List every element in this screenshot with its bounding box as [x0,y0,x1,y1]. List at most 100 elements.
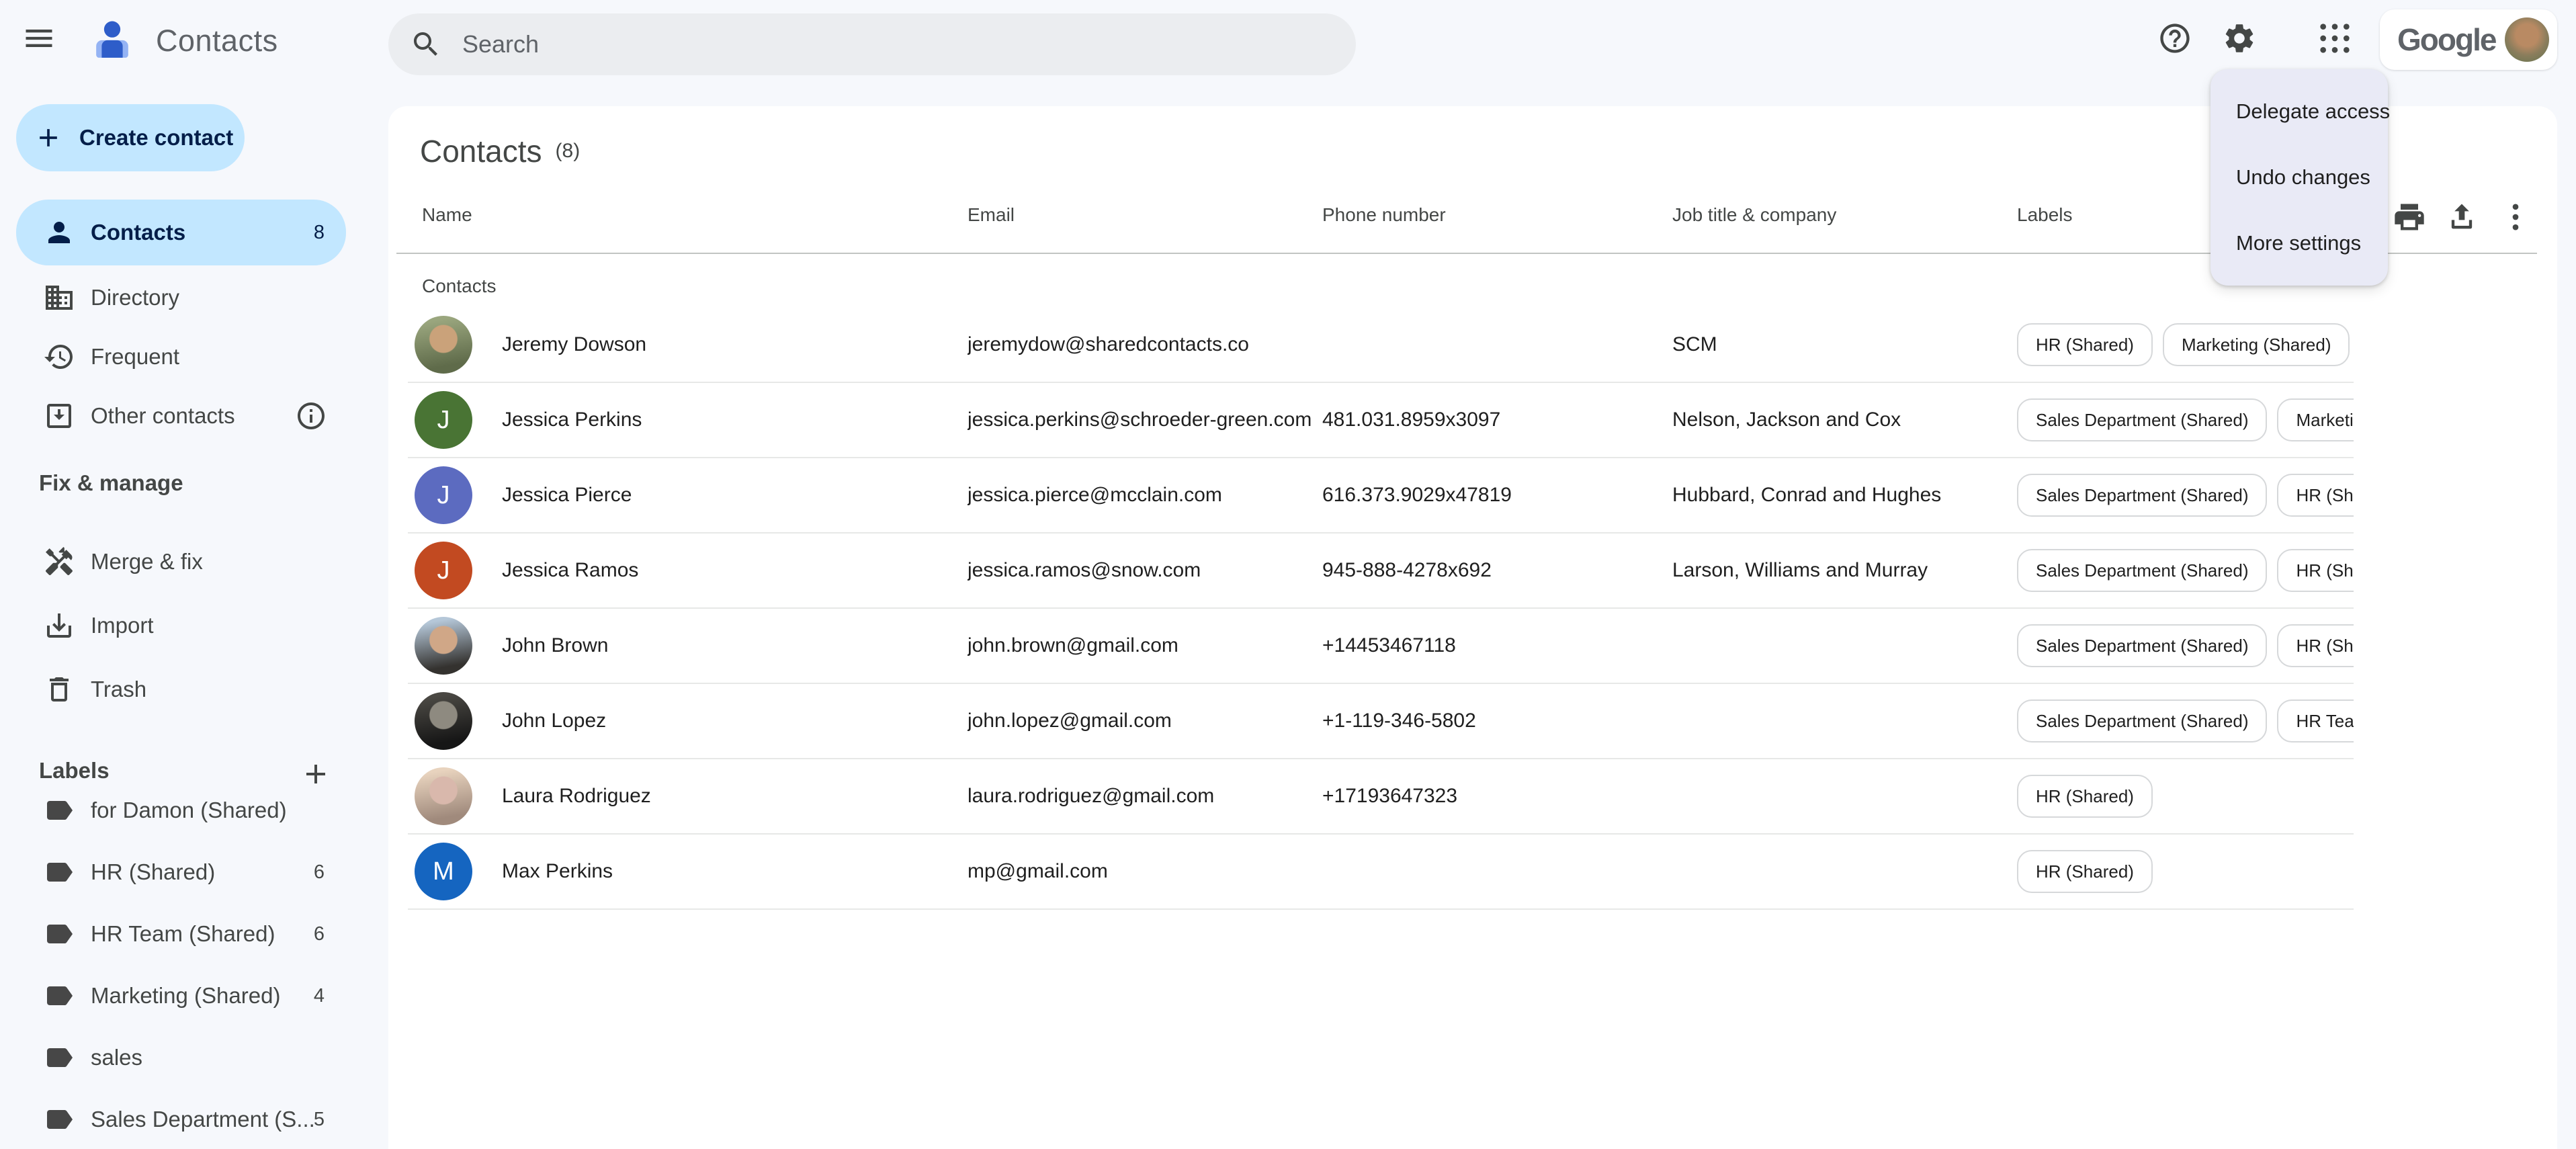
print-icon[interactable] [2392,200,2427,235]
sidebar-label-name: HR (Shared) [91,859,215,885]
sidebar-item-directory[interactable]: Directory [16,268,346,327]
cell-labels: Sales Department (Shared)HR Team (Shared… [2017,699,2354,742]
label-chip[interactable]: HR (Shared) [2277,474,2354,517]
label-chip[interactable]: Marketing (Shared) [2163,323,2350,366]
label-chip[interactable]: HR (Shared) [2017,775,2153,818]
avatar-initial: J [415,391,472,449]
menu-item-undo-changes[interactable]: Undo changes [2210,144,2388,210]
cell-name: Jessica Ramos [502,559,968,582]
account-chip[interactable]: Google [2380,9,2557,70]
google-logo: Google [2397,22,2495,58]
export-icon[interactable] [2444,200,2479,235]
cell-name: John Lopez [502,710,968,732]
create-contact-button[interactable]: Create contact [16,104,245,171]
create-contact-label: Create contact [79,125,233,151]
contact-row[interactable]: JJessica Perkinsjessica.perkins@schroede… [408,383,2354,458]
more-vert-icon[interactable] [2498,200,2533,235]
sidebar-label-count: 6 [314,923,325,945]
contact-count-badge: (8) [556,140,581,163]
avatar-cell [408,617,502,675]
sidebar-label-for-damon-shared-[interactable]: for Damon (Shared) [16,781,346,840]
cell-name: Max Perkins [502,860,968,883]
settings-dropdown-menu: Delegate access Undo changes More settin… [2210,69,2388,286]
sidebar: Create contact Contacts 8 Directory Frequen… [0,0,388,1149]
avatar-initial: J [415,542,472,599]
settings-gear-icon[interactable] [2222,21,2257,56]
sidebar-label-name: Marketing (Shared) [91,983,280,1009]
sidebar-item-label: Trash [91,677,146,702]
sidebar-item-merge-fix[interactable]: Merge & fix [16,532,346,591]
search-bar[interactable] [388,13,1356,75]
label-icon [43,856,75,888]
contact-row[interactable]: Laura Rodriguezlaura.rodriguez@gmail.com… [408,759,2354,835]
menu-item-delegate-access[interactable]: Delegate access [2210,79,2388,144]
cell-name: Jessica Pierce [502,484,968,507]
cell-name: Laura Rodriguez [502,785,968,808]
search-icon [410,28,442,60]
history-icon [43,341,75,373]
sidebar-item-other-contacts[interactable]: Other contacts [16,386,346,445]
sidebar-item-frequent[interactable]: Frequent [16,327,346,386]
contacts-group-label: Contacts [422,275,497,297]
search-input[interactable] [462,24,1356,65]
cell-name: John Brown [502,634,968,657]
label-chip[interactable]: HR (Shared) [2277,549,2354,592]
label-chip[interactable]: Sales Department (Shared) [2017,474,2267,517]
contact-row[interactable]: JJessica Piercejessica.pierce@mcclain.co… [408,458,2354,534]
label-chip[interactable]: HR Team (Shared) [2277,699,2354,742]
labels-heading: Labels [39,758,110,783]
label-chip[interactable]: HR (Shared) [2017,323,2153,366]
label-icon [43,918,75,950]
avatar-cell [408,316,502,374]
apps-grid-icon[interactable] [2317,21,2352,56]
cell-labels: Sales Department (Shared)HR (Shared) [2017,549,2354,592]
sidebar-label-marketing-shared-[interactable]: Marketing (Shared)4 [16,966,346,1025]
sidebar-item-label: Other contacts [91,403,235,429]
contact-row[interactable]: John Lopezjohn.lopez@gmail.com+1-119-346… [408,684,2354,759]
sidebar-label-hr-team-shared-[interactable]: HR Team (Shared)6 [16,904,346,964]
avatar-cell [408,692,502,750]
sidebar-item-label: Directory [91,285,179,310]
sidebar-item-contacts[interactable]: Contacts 8 [16,200,346,265]
cell-phone: +14453467118 [1322,634,1672,657]
sidebar-item-import[interactable]: Import [16,596,346,655]
cell-email: jeremydow@sharedcontacts.co [968,333,1322,356]
cell-labels: HR (Shared) [2017,850,2354,893]
menu-item-more-settings[interactable]: More settings [2210,210,2388,276]
label-chip[interactable]: Sales Department (Shared) [2017,699,2267,742]
contact-row[interactable]: Jeremy Dowsonjeremydow@sharedcontacts.co… [408,308,2354,383]
cell-phone: +1-119-346-5802 [1322,710,1672,732]
column-header-email: Email [968,200,1322,230]
label-chip[interactable]: Marketing (Shared) [2277,398,2354,441]
avatar-photo [415,617,472,675]
sidebar-label-hr-shared-[interactable]: HR (Shared)6 [16,843,346,902]
avatar-cell: J [408,466,502,524]
label-chip[interactable]: HR (Shared) [2017,850,2153,893]
sidebar-label-count: 5 [314,1109,325,1131]
page-title: Contacts [420,133,542,169]
label-chip[interactable]: Sales Department (Shared) [2017,549,2267,592]
user-avatar[interactable] [2505,17,2549,62]
sidebar-item-label: Contacts [91,220,185,245]
cell-phone: 481.031.8959x3097 [1322,409,1672,431]
label-chip[interactable]: Sales Department (Shared) [2017,624,2267,667]
sidebar-item-trash[interactable]: Trash [16,660,346,719]
contact-rows: Jeremy Dowsonjeremydow@sharedcontacts.co… [408,308,2354,910]
help-icon[interactable] [2157,21,2192,56]
sidebar-label-name: Sales Department (S... [91,1107,315,1132]
label-chip[interactable]: Sales Department (Shared) [2017,398,2267,441]
inbox-arrow-icon [43,400,75,432]
cell-phone: +17193647323 [1322,785,1672,808]
contact-row[interactable]: MMax Perkinsmp@gmail.comHR (Shared) [408,835,2354,910]
cell-labels: Sales Department (Shared)HR (Shared) [2017,474,2354,517]
contact-row[interactable]: John Brownjohn.brown@gmail.com+144534671… [408,609,2354,684]
sidebar-label-sales[interactable]: sales [16,1028,346,1087]
label-icon [43,980,75,1012]
label-chip[interactable]: HR (Shared) [2277,624,2354,667]
sidebar-item-count: 8 [314,222,325,244]
sidebar-label-sales-department-s-[interactable]: Sales Department (S...5 [16,1090,346,1149]
info-icon[interactable] [295,400,327,432]
contact-row[interactable]: JJessica Ramosjessica.ramos@snow.com945-… [408,534,2354,609]
fix-manage-heading: Fix & manage [39,470,183,496]
avatar-cell: J [408,542,502,599]
